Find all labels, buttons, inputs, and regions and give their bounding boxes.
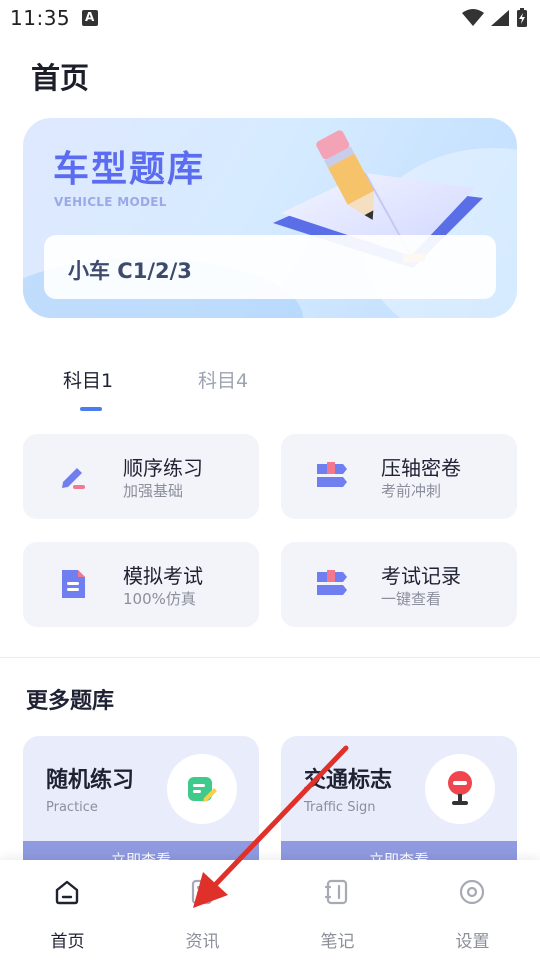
vehicle-model-banner[interactable]: 车型题库 VEHICLE MODEL 小车 C1/2/3 — [23, 118, 517, 318]
vehicle-type-label: 小车 C1/2/3 — [68, 259, 192, 283]
ribbon-icon — [317, 570, 347, 595]
nav-item-home[interactable]: 首页 — [0, 860, 135, 960]
nav-label: 资讯 — [185, 932, 220, 952]
note-icon — [188, 777, 217, 802]
tile-title: 考试记录 — [381, 564, 461, 588]
document-icon — [62, 570, 85, 598]
card-title: 随机练习 — [46, 768, 135, 793]
card-title: 交通标志 — [304, 768, 393, 793]
page-title: 首页 — [31, 61, 90, 95]
tile-subtitle: 一键查看 — [381, 590, 442, 608]
random-practice-card[interactable]: 随机练习 Practice 立即查看 — [23, 736, 259, 876]
notebook-icon — [324, 879, 348, 905]
pencil-icon — [62, 468, 85, 489]
section-divider — [0, 657, 540, 658]
bottom-navigation: 首页 资讯 笔记 设置 — [0, 860, 540, 960]
banner-subtitle: VEHICLE MODEL — [54, 195, 167, 209]
sequential-practice-tile[interactable]: 顺序练习 加强基础 — [23, 434, 259, 519]
card-subtitle: Traffic Sign — [304, 800, 376, 815]
status-icons — [462, 8, 528, 28]
tile-title: 模拟考试 — [123, 564, 203, 588]
tab-subject-1[interactable]: 科目1 — [63, 366, 113, 393]
status-time: 11:35 — [10, 6, 71, 30]
nav-label: 设置 — [455, 932, 490, 952]
card-subtitle: Practice — [46, 800, 98, 815]
card-icon-circle — [425, 754, 495, 824]
nav-item-notes[interactable]: 笔记 — [270, 860, 405, 960]
mock-exam-tile[interactable]: 模拟考试 100%仿真 — [23, 542, 259, 627]
traffic-sign-card[interactable]: 交通标志 Traffic Sign 立即查看 — [281, 736, 517, 876]
status-bar: 11:35 — [0, 0, 540, 36]
nav-label: 首页 — [50, 932, 85, 952]
battery-icon — [517, 8, 527, 27]
nav-item-news[interactable]: 资讯 — [135, 860, 270, 960]
tile-title: 顺序练习 — [123, 456, 203, 480]
tile-subtitle: 加强基础 — [123, 482, 184, 500]
home-icon — [55, 880, 79, 905]
stop-sign-icon — [448, 771, 472, 805]
wifi-icon — [462, 9, 484, 26]
tab-active-indicator — [80, 407, 102, 411]
vehicle-type-card[interactable]: 小车 C1/2/3 — [44, 235, 496, 299]
more-question-banks-title: 更多题库 — [26, 689, 115, 714]
tile-title: 压轴密卷 — [381, 456, 461, 480]
final-exam-papers-tile[interactable]: 压轴密卷 考前冲刺 — [281, 434, 517, 519]
card-icon-circle — [167, 754, 237, 824]
nav-label: 笔记 — [320, 932, 355, 952]
tile-subtitle: 100%仿真 — [123, 590, 196, 608]
settings-icon — [459, 879, 485, 905]
banner-title: 车型题库 — [53, 149, 206, 190]
ribbon-icon — [317, 462, 347, 487]
signal-icon — [491, 10, 509, 26]
nav-item-settings[interactable]: 设置 — [405, 860, 540, 960]
exam-records-tile[interactable]: 考试记录 一键查看 — [281, 542, 517, 627]
tile-subtitle: 考前冲刺 — [381, 482, 442, 500]
news-icon — [191, 879, 213, 905]
notification-icon — [82, 10, 98, 26]
tab-subject-4[interactable]: 科目4 — [198, 366, 248, 393]
